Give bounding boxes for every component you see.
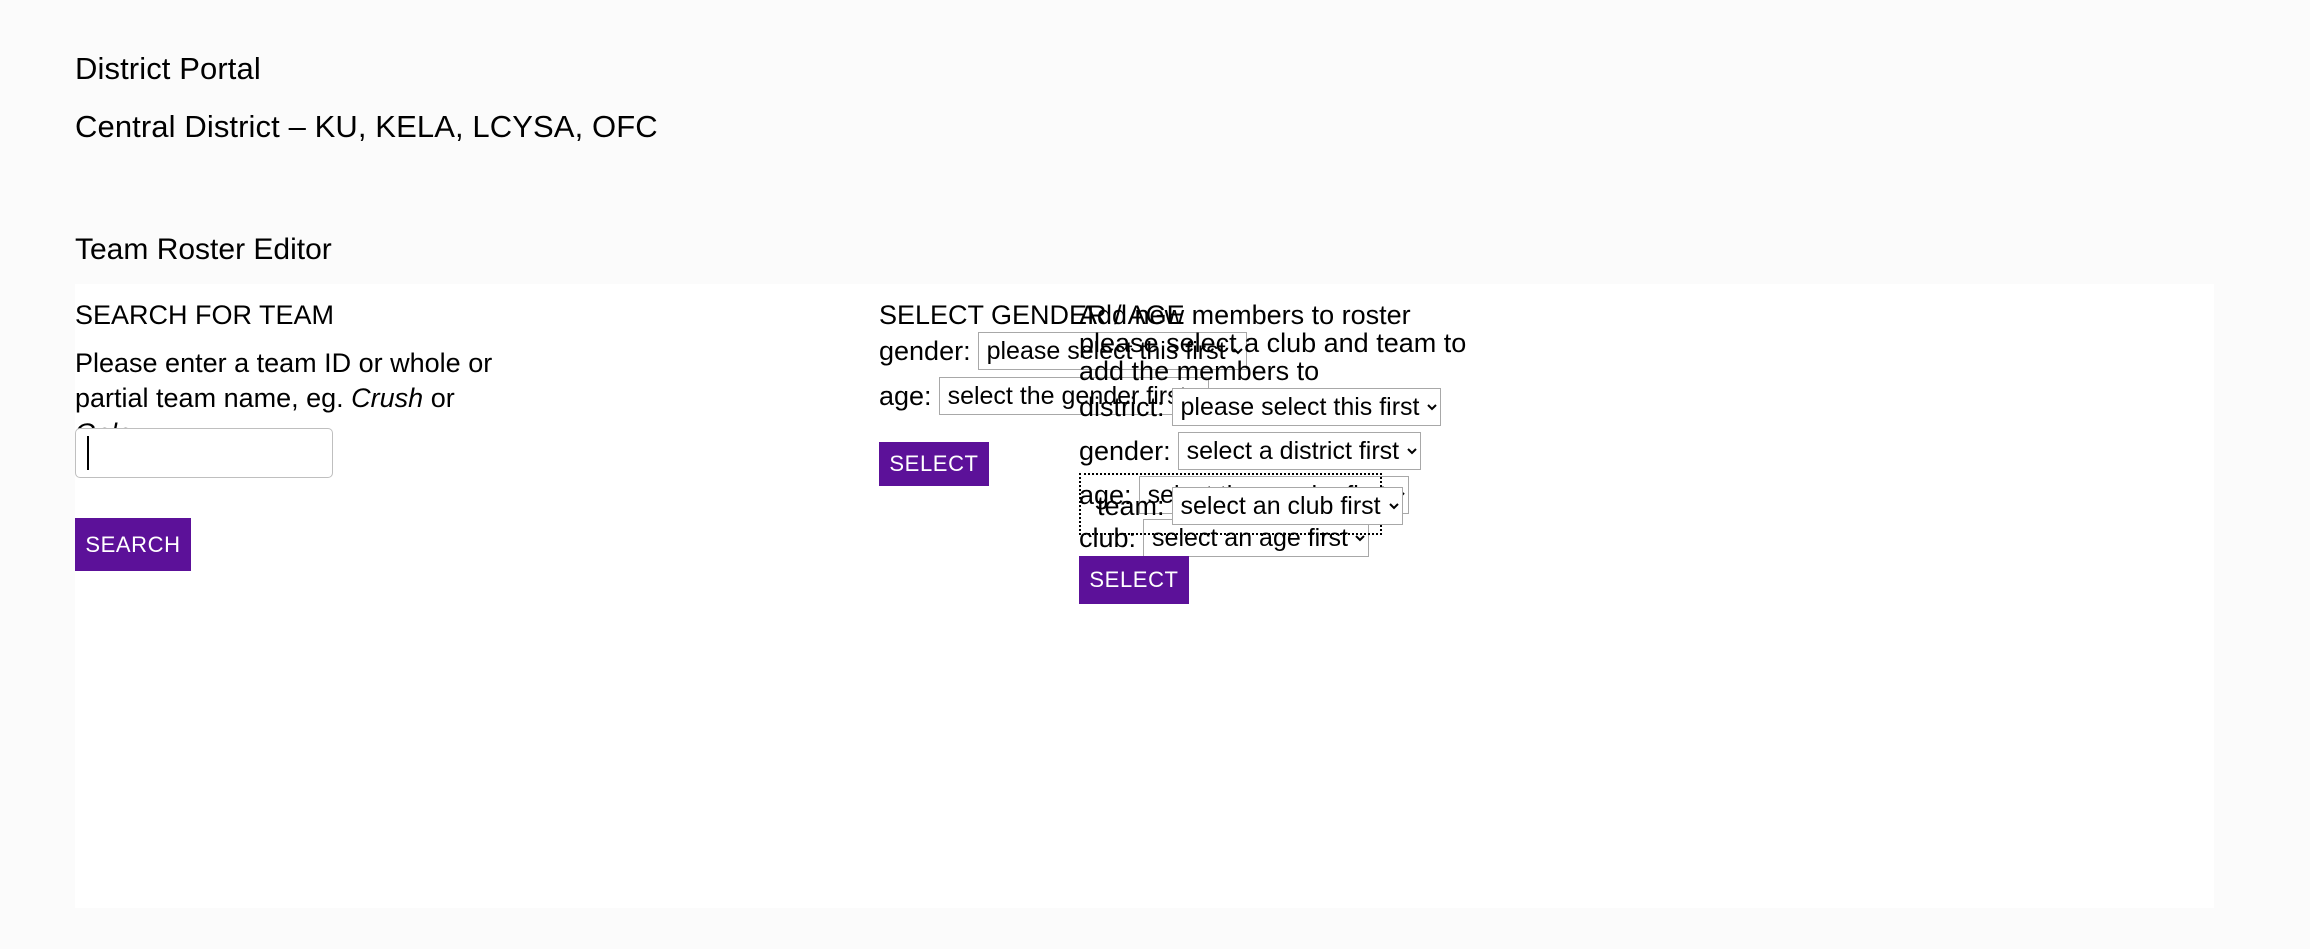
search-for-team-heading: SEARCH FOR TEAM [75, 300, 335, 330]
roster-select-button[interactable]: SELECT [1079, 556, 1189, 604]
search-help-conjunction: or [423, 383, 455, 413]
form-panel: SEARCH FOR TEAM Please enter a team ID o… [75, 284, 2214, 908]
team-search-input[interactable] [75, 428, 333, 478]
roster-district-field-row: district: please select this first [1079, 388, 1441, 426]
roster-district-select[interactable]: please select this first [1171, 388, 1441, 426]
page-title: District Portal [75, 51, 261, 86]
roster-team-select[interactable]: select an club first [1171, 487, 1403, 525]
roster-gender-select[interactable]: select a district first [1177, 432, 1421, 470]
add-members-heading: Add new members to roster [1079, 300, 1411, 330]
roster-team-label: team: [1097, 491, 1165, 521]
gender-label: gender: [879, 336, 971, 366]
roster-team-field-row: team: select an club first [1097, 487, 1403, 525]
roster-gender-label: gender: [1079, 436, 1171, 466]
roster-district-label: district: [1079, 392, 1165, 422]
add-members-subtext: please select a club and team to add the… [1079, 328, 1467, 386]
page-subtitle: Central District – KU, KELA, LCYSA, OFC [75, 109, 658, 144]
search-button[interactable]: SEARCH [75, 518, 191, 571]
roster-gender-field-row: gender: select a district first [1079, 432, 1421, 470]
gender-age-select-button[interactable]: SELECT [879, 442, 989, 486]
section-title: Team Roster Editor [75, 233, 332, 266]
page-header: District Portal Central District – KU, K… [75, 40, 2215, 156]
age-label: age: [879, 381, 932, 411]
text-cursor-icon [87, 436, 89, 470]
search-help-example-one: Crush [351, 383, 424, 413]
team-selection-highlight-box: team: select an club first [1079, 473, 1403, 535]
